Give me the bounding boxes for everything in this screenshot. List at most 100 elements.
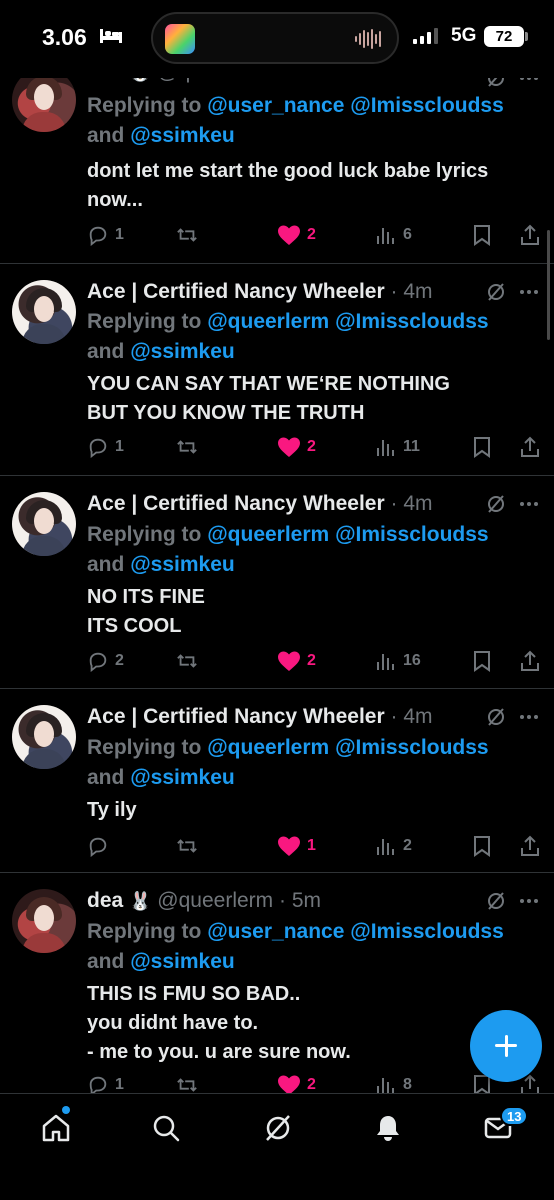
- mention-link[interactable]: @ssimkeu: [130, 950, 235, 973]
- more-options-icon[interactable]: [520, 891, 540, 911]
- reply-count: 2: [115, 652, 124, 669]
- share-button[interactable]: [519, 833, 541, 859]
- scrollbar[interactable]: [547, 230, 550, 340]
- reply-button[interactable]: 2: [87, 648, 124, 674]
- like-count: 1: [307, 837, 316, 854]
- replying-to: Replying to @user_nance @Imisscloudss an…: [87, 94, 504, 147]
- share-icon: [521, 224, 539, 245]
- share-button[interactable]: [519, 222, 541, 248]
- network-type: 5G: [451, 25, 477, 46]
- tweet-header: Ace | Certified Nancy Wheeler · 4m: [87, 492, 433, 515]
- avatar[interactable]: [12, 705, 76, 769]
- reply-icon: [89, 438, 107, 458]
- share-icon: [521, 436, 539, 457]
- bookmark-button[interactable]: [472, 222, 492, 248]
- rabbit-emoji: 🐰: [129, 891, 152, 911]
- avatar[interactable]: [12, 889, 76, 953]
- tweet[interactable]: Ace | Certified Nancy Wheeler · 4m Reply…: [0, 689, 554, 873]
- reply-button[interactable]: 1: [87, 434, 124, 460]
- tweet-time: 4m: [403, 705, 433, 728]
- author-name[interactable]: Ace | Certified Nancy Wheeler: [87, 280, 385, 303]
- like-button[interactable]: 2: [277, 222, 316, 248]
- author-name[interactable]: Ace | Certified Nancy Wheeler: [87, 492, 385, 515]
- avatar[interactable]: [12, 280, 76, 344]
- home-icon[interactable]: [40, 1112, 72, 1144]
- reply-count: 1: [115, 1076, 124, 1093]
- tweet-text: dont let me start the good luck babe lyr…: [87, 160, 489, 211]
- more-options-icon[interactable]: [520, 494, 540, 514]
- sleep-focus-icon: [100, 29, 122, 43]
- reply-button[interactable]: 1: [87, 222, 124, 248]
- more-options-icon[interactable]: [520, 707, 540, 727]
- views-button[interactable]: 6: [375, 222, 412, 248]
- tweet[interactable]: dea 🐰 @queerlerm · 2m Replying to @user_…: [0, 46, 554, 264]
- share-button[interactable]: [519, 648, 541, 674]
- retweet-button[interactable]: [175, 833, 205, 859]
- tweet[interactable]: Ace | Certified Nancy Wheeler · 4m Reply…: [0, 476, 554, 689]
- heart-icon: [278, 225, 300, 245]
- mention-link[interactable]: @ssimkeu: [130, 766, 235, 789]
- notifications-icon[interactable]: [372, 1112, 404, 1144]
- bookmark-button[interactable]: [472, 833, 492, 859]
- mention-link[interactable]: @ssimkeu: [130, 553, 235, 576]
- search-icon[interactable]: [150, 1112, 182, 1144]
- grok-icon[interactable]: [486, 282, 506, 302]
- grok-icon[interactable]: [486, 707, 506, 727]
- author-name[interactable]: dea: [87, 889, 123, 912]
- replying-to: Replying to @user_nance @Imisscloudss an…: [87, 920, 504, 973]
- reply-icon: [89, 837, 107, 857]
- tweet[interactable]: Ace | Certified Nancy Wheeler · 4m Reply…: [0, 264, 554, 476]
- like-button[interactable]: 2: [277, 648, 316, 674]
- heart-icon: [278, 437, 300, 457]
- views-icon: [377, 228, 394, 244]
- like-count: 2: [307, 1076, 316, 1093]
- avatar[interactable]: [12, 492, 76, 556]
- retweet-icon: [177, 440, 197, 454]
- like-button[interactable]: 2: [277, 434, 316, 460]
- author-name[interactable]: Ace | Certified Nancy Wheeler: [87, 705, 385, 728]
- tweet-text: THIS IS FMU SO BAD.. you didnt have to. …: [87, 983, 351, 1063]
- mention-link[interactable]: @queerlerm: [207, 736, 329, 759]
- mention-link[interactable]: @queerlerm: [207, 523, 329, 546]
- retweet-button[interactable]: [175, 648, 205, 674]
- mention-link[interactable]: @Imisscloudss: [335, 310, 489, 333]
- views-button[interactable]: 2: [375, 833, 412, 859]
- tweet[interactable]: dea 🐰 @queerlerm · 5m Replying to @user_…: [0, 873, 554, 1113]
- mention-link[interactable]: @Imisscloudss: [350, 94, 504, 117]
- now-playing-app-icon: [165, 24, 195, 54]
- bookmark-button[interactable]: [472, 434, 492, 460]
- grok-icon[interactable]: [486, 891, 506, 911]
- views-button[interactable]: 11: [375, 434, 420, 460]
- grok-icon[interactable]: [262, 1112, 294, 1144]
- mention-link[interactable]: @Imisscloudss: [350, 920, 504, 943]
- mention-link[interactable]: @ssimkeu: [130, 340, 235, 363]
- mention-link[interactable]: @ssimkeu: [130, 124, 235, 147]
- like-button[interactable]: 1: [277, 833, 316, 859]
- mention-link[interactable]: @Imisscloudss: [335, 523, 489, 546]
- tweet-header: Ace | Certified Nancy Wheeler · 4m: [87, 705, 433, 728]
- heart-icon: [278, 836, 300, 856]
- more-options-icon[interactable]: [520, 282, 540, 302]
- mention-link[interactable]: @Imisscloudss: [335, 736, 489, 759]
- bookmark-button[interactable]: [472, 648, 492, 674]
- dynamic-island[interactable]: [151, 12, 399, 64]
- views-button[interactable]: 16: [375, 648, 421, 674]
- retweet-button[interactable]: [175, 222, 205, 248]
- share-button[interactable]: [519, 434, 541, 460]
- views-count: 16: [403, 652, 421, 669]
- retweet-button[interactable]: [175, 434, 205, 460]
- tweet-header: dea 🐰 @queerlerm · 5m: [87, 889, 322, 912]
- replying-to: Replying to @queerlerm @Imisscloudss and…: [87, 310, 489, 363]
- author-handle[interactable]: @queerlerm: [157, 889, 273, 912]
- mention-link[interactable]: @user_nance: [207, 94, 344, 117]
- tweet-actions: 2 2 16: [87, 648, 542, 674]
- mention-link[interactable]: @queerlerm: [207, 310, 329, 333]
- reply-count: 1: [115, 438, 124, 455]
- compose-button[interactable]: [470, 1010, 542, 1082]
- views-icon: [377, 440, 394, 456]
- grok-icon[interactable]: [486, 494, 506, 514]
- reply-icon: [89, 226, 107, 246]
- reply-button[interactable]: [87, 833, 115, 859]
- views-count: 6: [403, 226, 412, 243]
- mention-link[interactable]: @user_nance: [207, 920, 344, 943]
